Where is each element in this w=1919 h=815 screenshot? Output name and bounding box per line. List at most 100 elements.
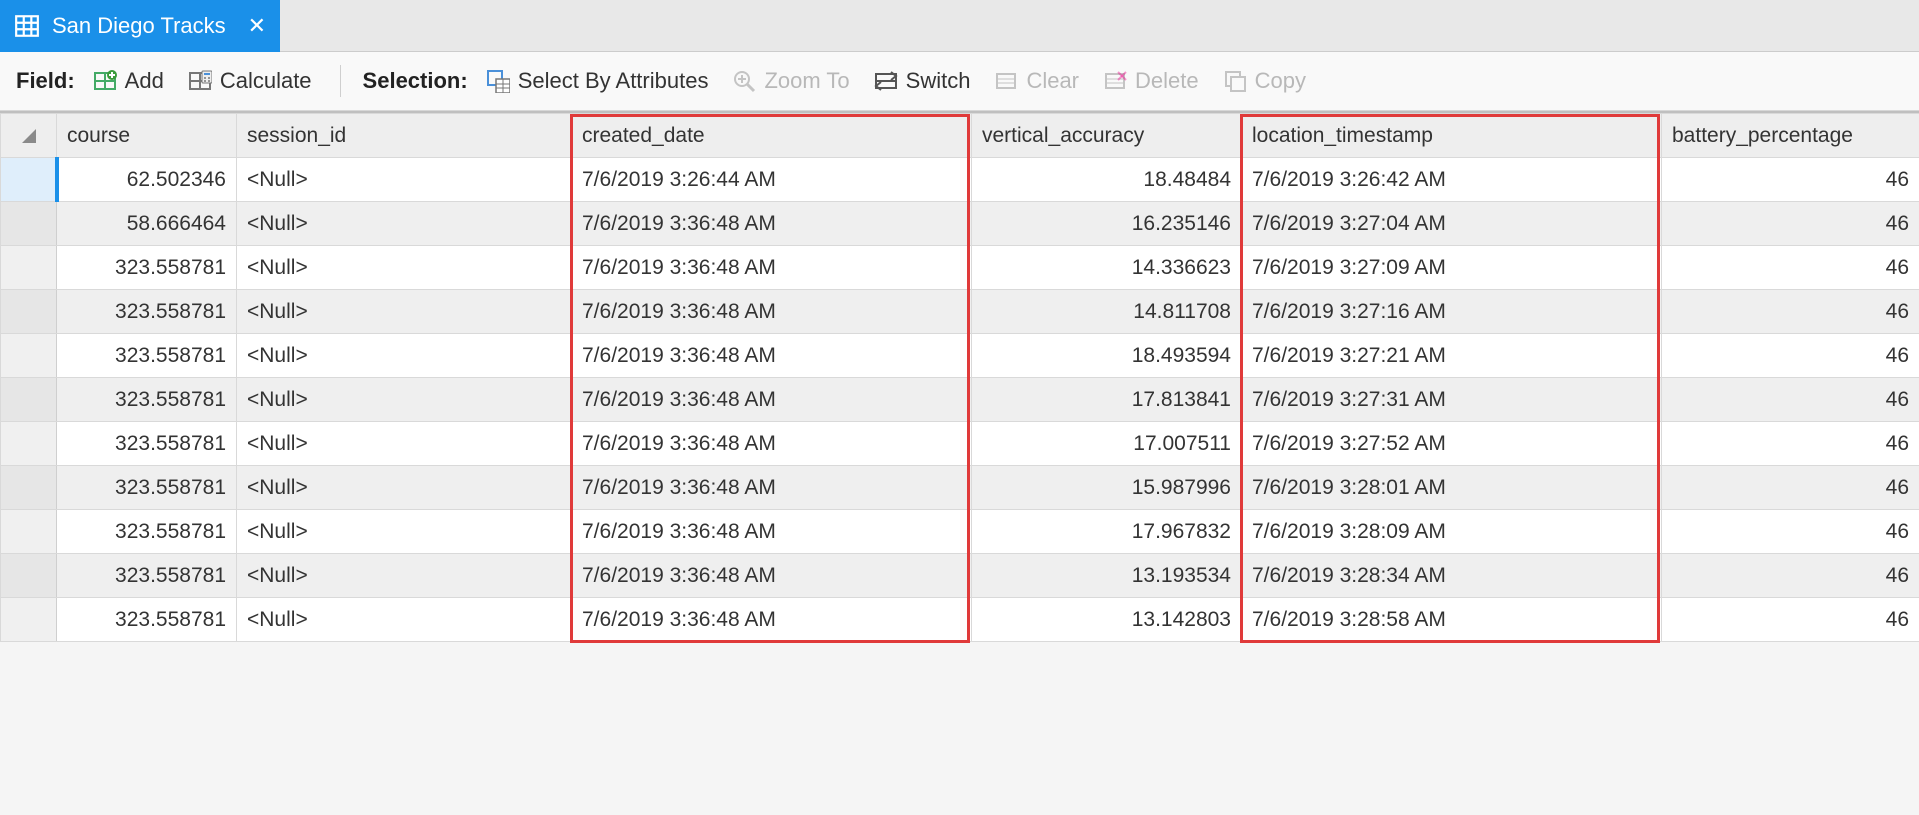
cell-created-date[interactable]: 7/6/2019 3:36:48 AM [572,598,972,642]
table-row[interactable]: 323.558781<Null>7/6/2019 3:36:48 AM13.14… [1,598,1919,642]
cell-course[interactable]: 323.558781 [57,290,237,334]
col-course[interactable]: course [57,114,237,158]
cell-battery-percentage[interactable]: 46 [1662,554,1919,598]
cell-vertical-accuracy[interactable]: 14.336623 [972,246,1242,290]
cell-battery-percentage[interactable]: 46 [1662,378,1919,422]
row-selector[interactable] [1,246,57,290]
cell-session-id[interactable]: <Null> [237,554,572,598]
col-location-timestamp[interactable]: location_timestamp [1242,114,1662,158]
cell-location-timestamp[interactable]: 7/6/2019 3:27:04 AM [1242,202,1662,246]
data-table[interactable]: course session_id created_date vertical_… [0,113,1919,642]
cell-created-date[interactable]: 7/6/2019 3:36:48 AM [572,466,972,510]
col-session-id[interactable]: session_id [237,114,572,158]
cell-battery-percentage[interactable]: 46 [1662,202,1919,246]
cell-created-date[interactable]: 7/6/2019 3:36:48 AM [572,378,972,422]
table-row[interactable]: 58.666464<Null>7/6/2019 3:36:48 AM16.235… [1,202,1919,246]
cell-battery-percentage[interactable]: 46 [1662,510,1919,554]
cell-session-id[interactable]: <Null> [237,466,572,510]
cell-created-date[interactable]: 7/6/2019 3:36:48 AM [572,510,972,554]
cell-battery-percentage[interactable]: 46 [1662,290,1919,334]
copy-selection-button[interactable]: Copy [1217,64,1312,98]
cell-vertical-accuracy[interactable]: 17.967832 [972,510,1242,554]
cell-vertical-accuracy[interactable]: 15.987996 [972,466,1242,510]
cell-battery-percentage[interactable]: 46 [1662,598,1919,642]
zoom-to-button[interactable]: Zoom To [726,64,855,98]
cell-vertical-accuracy[interactable]: 13.193534 [972,554,1242,598]
col-created-date[interactable]: created_date [572,114,972,158]
table-row[interactable]: 323.558781<Null>7/6/2019 3:36:48 AM14.33… [1,246,1919,290]
cell-session-id[interactable]: <Null> [237,202,572,246]
cell-created-date[interactable]: 7/6/2019 3:26:44 AM [572,158,972,202]
cell-vertical-accuracy[interactable]: 18.48484 [972,158,1242,202]
table-row[interactable]: 323.558781<Null>7/6/2019 3:36:48 AM14.81… [1,290,1919,334]
cell-course[interactable]: 323.558781 [57,598,237,642]
row-selector[interactable] [1,202,57,246]
cell-session-id[interactable]: <Null> [237,510,572,554]
col-battery-percentage[interactable]: battery_percentage [1662,114,1919,158]
cell-session-id[interactable]: <Null> [237,246,572,290]
cell-session-id[interactable]: <Null> [237,422,572,466]
cell-location-timestamp[interactable]: 7/6/2019 3:28:01 AM [1242,466,1662,510]
delete-selection-button[interactable]: Delete [1097,64,1205,98]
row-selector[interactable] [1,466,57,510]
cell-vertical-accuracy[interactable]: 18.493594 [972,334,1242,378]
cell-battery-percentage[interactable]: 46 [1662,158,1919,202]
cell-battery-percentage[interactable]: 46 [1662,422,1919,466]
cell-created-date[interactable]: 7/6/2019 3:36:48 AM [572,246,972,290]
table-row[interactable]: 62.502346<Null>7/6/2019 3:26:44 AM18.484… [1,158,1919,202]
cell-session-id[interactable]: <Null> [237,598,572,642]
cell-location-timestamp[interactable]: 7/6/2019 3:27:09 AM [1242,246,1662,290]
col-vertical-accuracy[interactable]: vertical_accuracy [972,114,1242,158]
table-row[interactable]: 323.558781<Null>7/6/2019 3:36:48 AM15.98… [1,466,1919,510]
table-row[interactable]: 323.558781<Null>7/6/2019 3:36:48 AM17.96… [1,510,1919,554]
cell-battery-percentage[interactable]: 46 [1662,334,1919,378]
cell-course[interactable]: 323.558781 [57,554,237,598]
cell-session-id[interactable]: <Null> [237,290,572,334]
row-selector[interactable] [1,334,57,378]
cell-vertical-accuracy[interactable]: 13.142803 [972,598,1242,642]
cell-created-date[interactable]: 7/6/2019 3:36:48 AM [572,290,972,334]
cell-battery-percentage[interactable]: 46 [1662,246,1919,290]
cell-vertical-accuracy[interactable]: 17.007511 [972,422,1242,466]
table-row[interactable]: 323.558781<Null>7/6/2019 3:36:48 AM13.19… [1,554,1919,598]
calculate-field-button[interactable]: Calculate [182,64,318,98]
select-by-attributes-button[interactable]: Select By Attributes [480,64,715,98]
row-selector[interactable] [1,422,57,466]
cell-session-id[interactable]: <Null> [237,334,572,378]
cell-vertical-accuracy[interactable]: 14.811708 [972,290,1242,334]
cell-location-timestamp[interactable]: 7/6/2019 3:27:31 AM [1242,378,1662,422]
cell-location-timestamp[interactable]: 7/6/2019 3:27:21 AM [1242,334,1662,378]
cell-vertical-accuracy[interactable]: 17.813841 [972,378,1242,422]
cell-location-timestamp[interactable]: 7/6/2019 3:28:09 AM [1242,510,1662,554]
cell-location-timestamp[interactable]: 7/6/2019 3:26:42 AM [1242,158,1662,202]
cell-course[interactable]: 323.558781 [57,510,237,554]
row-selector[interactable] [1,510,57,554]
tab-san-diego-tracks[interactable]: San Diego Tracks ✕ [0,0,280,52]
cell-battery-percentage[interactable]: 46 [1662,466,1919,510]
cell-course[interactable]: 62.502346 [57,158,237,202]
table-row[interactable]: 323.558781<Null>7/6/2019 3:36:48 AM17.00… [1,422,1919,466]
row-selector[interactable] [1,158,57,202]
add-field-button[interactable]: Add [87,64,170,98]
cell-location-timestamp[interactable]: 7/6/2019 3:27:16 AM [1242,290,1662,334]
row-selector[interactable] [1,598,57,642]
cell-course[interactable]: 323.558781 [57,422,237,466]
table-row[interactable]: 323.558781<Null>7/6/2019 3:36:48 AM18.49… [1,334,1919,378]
cell-created-date[interactable]: 7/6/2019 3:36:48 AM [572,554,972,598]
cell-created-date[interactable]: 7/6/2019 3:36:48 AM [572,202,972,246]
cell-session-id[interactable]: <Null> [237,378,572,422]
cell-course[interactable]: 323.558781 [57,466,237,510]
cell-created-date[interactable]: 7/6/2019 3:36:48 AM [572,422,972,466]
row-selector[interactable] [1,290,57,334]
cell-session-id[interactable]: <Null> [237,158,572,202]
cell-course[interactable]: 323.558781 [57,334,237,378]
cell-vertical-accuracy[interactable]: 16.235146 [972,202,1242,246]
cell-created-date[interactable]: 7/6/2019 3:36:48 AM [572,334,972,378]
cell-location-timestamp[interactable]: 7/6/2019 3:27:52 AM [1242,422,1662,466]
cell-location-timestamp[interactable]: 7/6/2019 3:28:58 AM [1242,598,1662,642]
select-all-corner[interactable] [1,114,57,158]
cell-course[interactable]: 58.666464 [57,202,237,246]
row-selector[interactable] [1,378,57,422]
clear-selection-button[interactable]: Clear [988,64,1085,98]
cell-course[interactable]: 323.558781 [57,246,237,290]
